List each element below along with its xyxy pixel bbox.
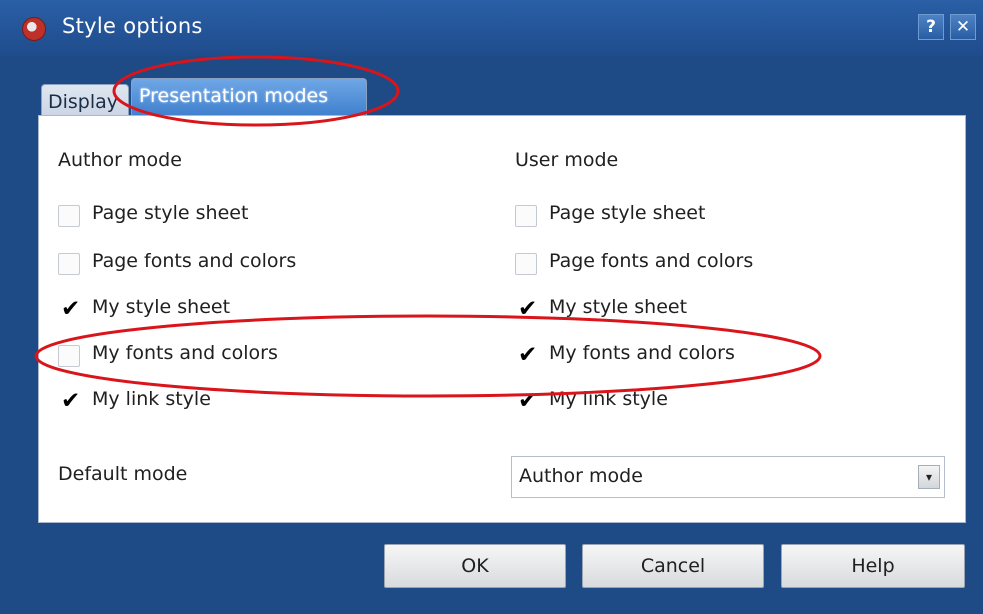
user-my-link-style-checkbox[interactable]: ✔ [515,388,538,414]
checkmark-icon: ✔ [518,296,538,322]
default-mode-value: Author mode [519,465,643,487]
tab-presentation-modes-label: Presentation modes [139,85,329,107]
default-mode-label: Default mode [58,463,188,485]
author-page-fonts-colors-checkbox[interactable] [58,253,80,275]
user-page-fonts-colors-checkbox[interactable] [515,253,537,275]
author-mode-heading: Author mode [58,149,182,171]
opera-app-icon [22,17,46,41]
author-page-style-sheet-checkbox[interactable] [58,205,80,227]
user-mode-heading: User mode [515,149,619,171]
author-my-link-style-label: My link style [92,388,211,410]
style-options-dialog: Style options ? ✕ Display Presentation m… [0,0,983,614]
tab-presentation-modes[interactable]: Presentation modes [131,78,367,119]
author-my-link-style-checkbox[interactable]: ✔ [58,388,81,414]
checkmark-icon: ✔ [61,388,81,414]
user-page-fonts-colors-label: Page fonts and colors [549,250,754,272]
user-my-fonts-colors-checkbox[interactable]: ✔ [515,342,538,368]
user-page-style-sheet-checkbox[interactable] [515,205,537,227]
user-my-fonts-colors-label: My fonts and colors [549,342,735,364]
user-page-style-sheet-label: Page style sheet [549,202,706,224]
help-icon[interactable]: ? [918,14,944,40]
cancel-button[interactable]: Cancel [582,544,764,588]
author-page-style-sheet-label: Page style sheet [92,202,249,224]
default-mode-select[interactable]: Author mode ▾ [511,456,945,498]
window-title: Style options [62,14,203,38]
chevron-down-icon[interactable]: ▾ [918,465,940,489]
author-my-fonts-colors-label: My fonts and colors [92,342,278,364]
checkmark-icon: ✔ [61,296,81,322]
close-icon[interactable]: ✕ [950,14,976,40]
ok-button[interactable]: OK [384,544,566,588]
user-my-style-sheet-label: My style sheet [549,296,688,318]
author-my-style-sheet-checkbox[interactable]: ✔ [58,296,81,322]
author-my-style-sheet-label: My style sheet [92,296,231,318]
checkmark-icon: ✔ [518,342,538,368]
author-my-fonts-colors-checkbox[interactable] [58,345,80,367]
title-bar[interactable]: Style options ? ✕ [0,0,983,56]
author-page-fonts-colors-label: Page fonts and colors [92,250,297,272]
user-my-style-sheet-checkbox[interactable]: ✔ [515,296,538,322]
tab-display[interactable]: Display [41,84,129,119]
user-my-link-style-label: My link style [549,388,668,410]
checkmark-icon: ✔ [518,388,538,414]
help-button[interactable]: Help [781,544,965,588]
tab-display-label: Display [48,91,119,113]
